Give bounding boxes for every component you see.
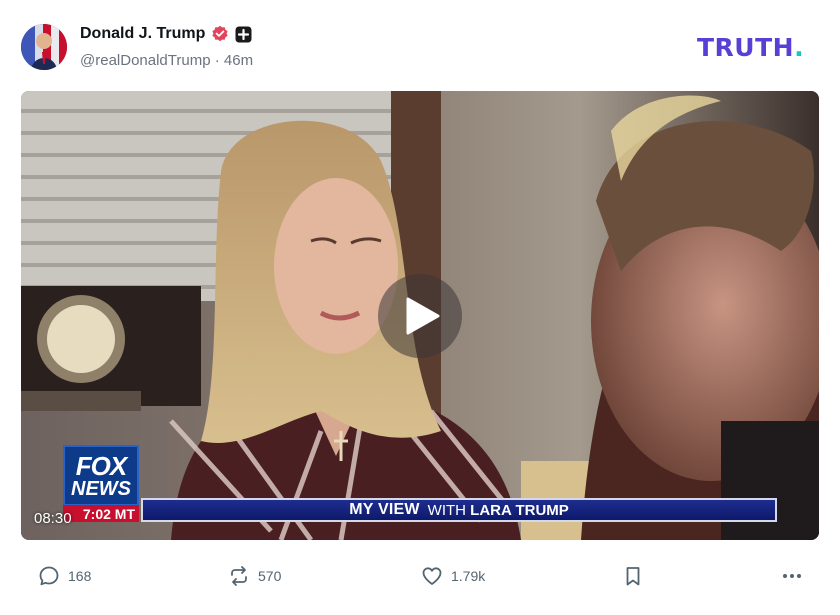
retruth-button[interactable]: 570 bbox=[228, 560, 281, 592]
bookmark-button[interactable] bbox=[622, 560, 644, 592]
play-button[interactable] bbox=[378, 274, 462, 358]
author-display-name[interactable]: Donald J. Trump bbox=[80, 25, 205, 43]
banner-title: MY VIEW bbox=[349, 501, 420, 518]
truth-social-logo[interactable]: TRUTH. bbox=[697, 33, 804, 62]
author-name-row: Donald J. Trump bbox=[80, 25, 252, 43]
speech-bubble-icon bbox=[39, 566, 59, 586]
more-options-button[interactable] bbox=[781, 560, 803, 592]
banner-host: LARA TRUMP bbox=[470, 501, 569, 519]
reply-count: 168 bbox=[68, 568, 92, 584]
heart-icon bbox=[422, 567, 442, 585]
plus-badge-icon bbox=[235, 26, 252, 42]
retruth-arrows-icon bbox=[231, 566, 247, 586]
logo-dot: . bbox=[794, 33, 805, 62]
show-banner: MY VIEW WITH LARA TRUMP bbox=[141, 498, 777, 522]
like-button[interactable]: 1.79k bbox=[421, 560, 485, 592]
bookmark-icon bbox=[626, 567, 640, 586]
post-meta: @realDonaldTrump · 46m bbox=[80, 52, 253, 69]
video-duration: 08:30 bbox=[34, 510, 72, 527]
reply-button[interactable]: 168 bbox=[38, 560, 91, 592]
video-player[interactable]: FOX NEWS 7:02 MT MY VIEW WITH LARA TRUMP… bbox=[21, 91, 819, 540]
verified-badge-icon bbox=[212, 25, 228, 42]
post-actions: 168 570 1.79k bbox=[0, 560, 840, 592]
post-header: Donald J. Trump @realDonaldTrump · 46m T… bbox=[0, 0, 840, 90]
like-count: 1.79k bbox=[451, 568, 486, 584]
broadcast-clock: 7:02 MT bbox=[63, 505, 139, 522]
retruth-count: 570 bbox=[258, 568, 282, 584]
banner-with: WITH bbox=[427, 501, 466, 519]
post-time[interactable]: · 46m bbox=[215, 52, 253, 69]
logo-text: TRUTH bbox=[697, 33, 795, 62]
network-name-top: FOX bbox=[75, 450, 127, 481]
play-icon bbox=[406, 297, 440, 335]
more-dots-icon bbox=[783, 574, 801, 578]
avatar[interactable] bbox=[21, 24, 67, 70]
author-handle[interactable]: @realDonaldTrump bbox=[80, 52, 211, 69]
banner-subtitle: WITH LARA TRUMP bbox=[428, 502, 569, 519]
fox-news-logo: FOX NEWS bbox=[63, 445, 139, 506]
network-name-bottom: NEWS bbox=[71, 477, 131, 500]
